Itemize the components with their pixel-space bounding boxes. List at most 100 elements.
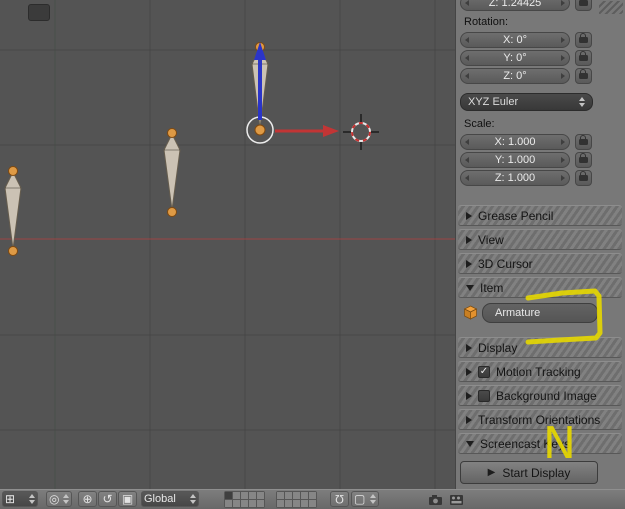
rotation-label: Rotation: [464, 16, 509, 28]
bone-joint [167, 207, 177, 217]
scale-label: Scale: [464, 118, 495, 130]
panel-header-transform-orientations[interactable]: Transform Orientations [458, 409, 622, 430]
layer-cell[interactable] [225, 500, 232, 507]
collapse-arrow-icon [466, 415, 472, 424]
snap-element-icon: ▢ [354, 492, 366, 506]
region-collapse-tab[interactable] [28, 4, 50, 21]
panel-header-motion-tracking[interactable]: ✓ Motion Tracking [458, 361, 622, 382]
layer-cell[interactable] [257, 500, 264, 507]
rotation-y-lock[interactable] [575, 50, 592, 66]
dropdown-arrows-icon [370, 494, 376, 504]
pivot-point-dropdown[interactable]: ◎ [46, 491, 72, 507]
scale-x-field[interactable]: X: 1.000 [460, 134, 570, 150]
lock-icon [579, 0, 588, 6]
layer-buttons-group-2[interactable] [276, 491, 317, 508]
location-z-field[interactable]: Z: 1.24425 [460, 0, 570, 11]
bone-joint [254, 124, 266, 136]
panel-header-display[interactable]: Display [458, 337, 622, 358]
orientation-value: Global [144, 493, 176, 505]
layer-cell[interactable] [249, 500, 256, 507]
manipulator-rotate-icon: ↺ [102, 492, 113, 506]
panel-header-background-image[interactable]: Background Image [458, 385, 622, 406]
background-image-checkbox[interactable] [478, 389, 490, 402]
layer-cell[interactable] [277, 492, 284, 499]
dropdown-arrows-icon [190, 494, 196, 504]
panel-header-grease-pencil[interactable]: Grease Pencil [458, 205, 622, 226]
lock-icon [579, 69, 588, 79]
layer-cell[interactable] [301, 492, 308, 499]
lock-icon [579, 135, 588, 145]
start-display-button[interactable]: ▶ Start Display [460, 461, 598, 484]
properties-panel: Z: 1.24425 Rotation: X: 0° Y: 0° Z: 0° X… [455, 0, 625, 489]
layer-cell[interactable] [233, 500, 240, 507]
layer-cell[interactable] [225, 492, 232, 499]
lock-icon [579, 153, 588, 163]
region-resize-corner[interactable] [599, 1, 623, 14]
motion-tracking-checkbox[interactable]: ✓ [478, 365, 490, 378]
panel-header-view[interactable]: View [458, 229, 622, 250]
scale-z-lock[interactable] [575, 170, 592, 186]
rotation-z-lock[interactable] [575, 68, 592, 84]
layer-cell[interactable] [285, 500, 292, 507]
play-icon: ▶ [487, 467, 496, 478]
bone-joint [8, 166, 18, 176]
render-animation-icon[interactable] [449, 494, 465, 506]
layer-cell[interactable] [257, 492, 264, 499]
rotation-x-field[interactable]: X: 0° [460, 32, 570, 48]
lock-icon [579, 33, 588, 43]
collapse-arrow-icon [466, 343, 472, 352]
location-z-value: Z: 1.24425 [488, 0, 542, 9]
manipulator-rotate-button[interactable]: ↺ [98, 491, 117, 507]
layer-cell[interactable] [241, 492, 248, 499]
collapse-arrow-icon [466, 391, 472, 400]
collapse-arrow-icon [466, 259, 472, 268]
rotation-x-lock[interactable] [575, 32, 592, 48]
panel-header-3d-cursor[interactable]: 3D Cursor [458, 253, 622, 274]
dropdown-arrows-icon [29, 494, 35, 504]
collapse-arrow-icon [466, 235, 472, 244]
scale-y-field[interactable]: Y: 1.000 [460, 152, 570, 168]
manipulator-translate-icon: ⊕ [82, 492, 93, 506]
layer-cell[interactable] [293, 500, 300, 507]
layer-cell[interactable] [241, 500, 248, 507]
bone-joint [167, 128, 177, 138]
expand-arrow-icon [466, 284, 474, 291]
scale-y-lock[interactable] [575, 152, 592, 168]
manipulator-scale-icon: ▣ [121, 492, 134, 506]
panel-header-item[interactable]: Item [458, 277, 622, 298]
check-icon: ✓ [479, 365, 489, 377]
dropdown-arrows-icon [63, 494, 69, 504]
expand-arrow-icon [466, 440, 474, 447]
layer-cell[interactable] [233, 492, 240, 499]
collapse-arrow-icon [466, 211, 472, 220]
armature-name-field[interactable]: Armature [482, 303, 598, 323]
orientation-dropdown[interactable]: Global [141, 491, 199, 507]
layer-cell[interactable] [301, 500, 308, 507]
editor-type-button[interactable]: ⊞ [2, 491, 38, 507]
layer-cell[interactable] [285, 492, 292, 499]
snap-element-dropdown[interactable]: ▢ [351, 491, 379, 507]
layer-cell[interactable] [249, 492, 256, 499]
snap-toggle-button[interactable]: Ω [330, 491, 349, 507]
viewport-header: ⊞ ◎ ⊕ ↺ ▣ Global Ω ▢ [0, 489, 625, 509]
lock-icon [579, 51, 588, 61]
bone-joint [8, 246, 18, 256]
scale-z-field[interactable]: Z: 1.000 [460, 170, 570, 186]
scale-x-lock[interactable] [575, 134, 592, 150]
layer-cell[interactable] [309, 492, 316, 499]
object-data-cube-icon [463, 305, 478, 320]
layer-cell[interactable] [309, 500, 316, 507]
panel-header-screencast-keys[interactable]: Screencast Keys [458, 433, 622, 454]
rotation-y-field[interactable]: Y: 0° [460, 50, 570, 66]
render-still-camera-icon[interactable] [428, 494, 444, 506]
rotation-mode-dropdown[interactable]: XYZ Euler [460, 93, 593, 111]
manipulator-scale-button[interactable]: ▣ [118, 491, 137, 507]
layer-cell[interactable] [277, 500, 284, 507]
manipulator-translate-button[interactable]: ⊕ [78, 491, 97, 507]
layer-buttons-group-1[interactable] [224, 491, 265, 508]
dropdown-arrows-icon [579, 97, 585, 107]
pivot-center-icon: ◎ [49, 492, 60, 506]
location-z-lock[interactable] [575, 0, 592, 11]
layer-cell[interactable] [293, 492, 300, 499]
rotation-z-field[interactable]: Z: 0° [460, 68, 570, 84]
